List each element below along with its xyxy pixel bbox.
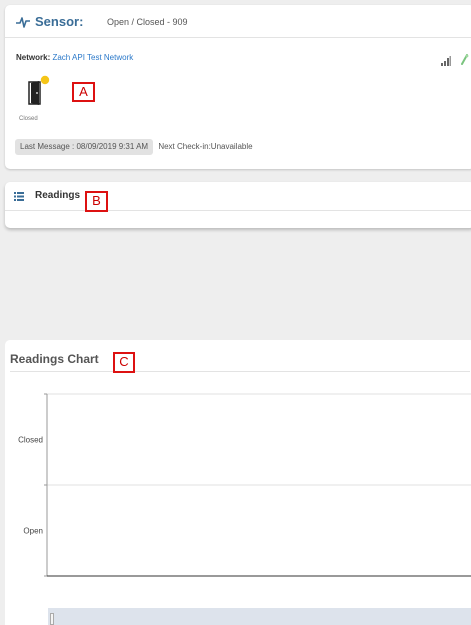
readings-card[interactable]: Readings (5, 182, 471, 228)
pulse-icon (16, 17, 30, 28)
chart-y-label: Closed (18, 436, 43, 445)
battery-icon (461, 54, 469, 65)
next-checkin: Next Check-in:Unavailable (158, 142, 253, 151)
readings-chart: Closed Open (18, 393, 471, 577)
sensor-state-label: Closed (19, 116, 38, 122)
chart-navigator[interactable] (48, 608, 471, 625)
network-row: Network: Zach API Test Network (16, 53, 133, 62)
sensor-subtitle: Open / Closed - 909 (107, 17, 188, 27)
annotation-b: B (85, 191, 108, 212)
list-icon (14, 192, 24, 201)
navigator-handle[interactable] (50, 613, 54, 625)
chart-card: Readings Chart Closed Open (5, 340, 471, 625)
annotation-a: A (72, 82, 95, 102)
chart-y-label: Open (23, 527, 43, 536)
signal-icon (441, 56, 451, 66)
status-bar: Last Message : 08/09/2019 9:31 AM Next C… (15, 139, 253, 155)
last-message: Last Message : 08/09/2019 9:31 AM (15, 139, 154, 155)
sensor-card: Sensor: Open / Closed - 909 Network: Zac… (5, 5, 471, 169)
network-label: Network: (16, 53, 51, 62)
annotation-c: C (113, 352, 135, 373)
readings-divider (5, 210, 471, 211)
door-icon (28, 75, 50, 105)
network-link[interactable]: Zach API Test Network (52, 53, 133, 62)
sensor-header: Sensor: Open / Closed - 909 (5, 5, 471, 38)
readings-title[interactable]: Readings (35, 190, 80, 201)
sensor-title: Sensor: (35, 14, 84, 29)
